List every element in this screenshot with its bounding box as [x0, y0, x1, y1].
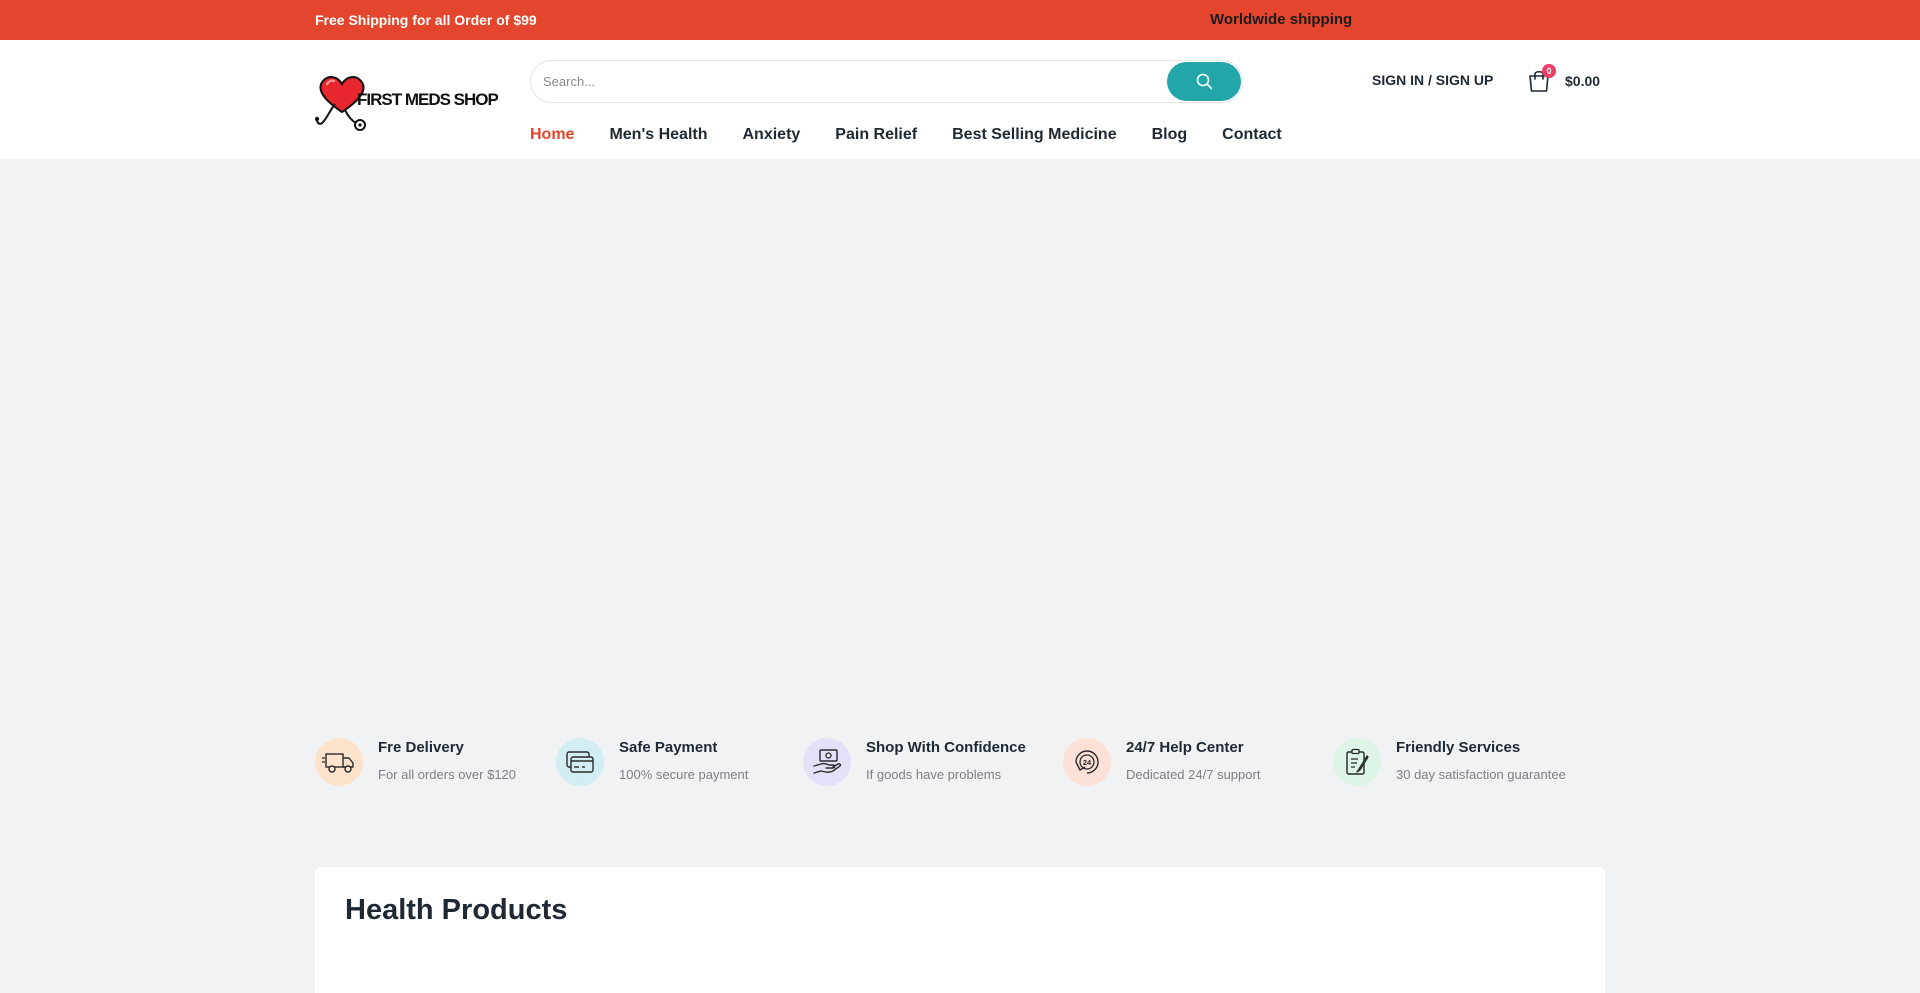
- feature-friendly-services: Friendly Services 30 day satisfaction gu…: [1333, 738, 1593, 790]
- feature-icon-circle: [315, 738, 363, 786]
- feature-title: Fre Delivery: [378, 739, 464, 756]
- nav-item-pain-relief[interactable]: Pain Relief: [835, 122, 917, 148]
- hero-banner-area: [0, 159, 1920, 699]
- feature-description: If goods have problems: [866, 767, 1002, 782]
- worldwide-shipping-text: Worldwide shipping: [1210, 11, 1353, 28]
- feature-free-delivery: Fre Delivery For all orders over $120: [315, 738, 530, 790]
- hand-money-icon: [813, 749, 842, 774]
- feature-description: Dedicated 24/7 support: [1126, 767, 1261, 782]
- nav-item-best-selling-medicine[interactable]: Best Selling Medicine: [952, 122, 1116, 148]
- nav-item-anxiety[interactable]: Anxiety: [743, 122, 801, 148]
- credit-card-icon: [566, 751, 594, 773]
- free-shipping-promo: Free Shipping for all Order of $99: [315, 12, 537, 28]
- site-logo[interactable]: FIRST MEDS SHOP: [315, 72, 499, 132]
- nav-item-contact[interactable]: Contact: [1222, 122, 1282, 148]
- support-24-icon: 24: [1075, 750, 1099, 774]
- search-icon: [1196, 73, 1212, 90]
- feature-icon-circle: 24: [1063, 738, 1111, 786]
- site-header: FIRST MEDS SHOP SIGN IN / SIGN UP 0 $0.0…: [0, 40, 1920, 159]
- main-navigation: Home Men's Health Anxiety Pain Relief Be…: [530, 122, 1282, 148]
- cart-count-badge: 0: [1542, 64, 1556, 78]
- sign-in-link[interactable]: SIGN IN / SIGN UP: [1372, 72, 1493, 88]
- feature-shop-with-confidence: Shop With Confidence If goods have probl…: [803, 738, 1038, 790]
- search-input[interactable]: [543, 61, 1163, 102]
- feature-icon-circle: [556, 738, 604, 786]
- truck-icon: [322, 753, 354, 773]
- cart-total: $0.00: [1565, 73, 1601, 89]
- health-products-section: Health Products: [315, 867, 1605, 993]
- feature-safe-payment: Safe Payment 100% secure payment: [556, 738, 766, 790]
- feature-title: Shop With Confidence: [866, 739, 1026, 756]
- feature-title: 24/7 Help Center: [1126, 739, 1244, 756]
- clipboard-icon: [1346, 748, 1369, 775]
- feature-icon-circle: [1333, 738, 1381, 786]
- section-title: Health Products: [345, 894, 568, 926]
- feature-icon-circle: [803, 738, 851, 786]
- logo-wordmark: FIRST MEDS SHOP: [357, 90, 499, 109]
- nav-item-blog[interactable]: Blog: [1152, 122, 1188, 148]
- top-announcement-bar: Free Shipping for all Order of $99 World…: [0, 0, 1920, 40]
- feature-description: For all orders over $120: [378, 767, 517, 782]
- cart-button[interactable]: 0 $0.00: [1526, 64, 1602, 98]
- nav-item-home[interactable]: Home: [530, 122, 574, 148]
- feature-title: Safe Payment: [619, 739, 718, 756]
- feature-description: 30 day satisfaction guarantee: [1396, 767, 1566, 782]
- nav-item-mens-health[interactable]: Men's Health: [609, 122, 707, 148]
- search-button[interactable]: [1167, 62, 1241, 101]
- feature-title: Friendly Services: [1396, 739, 1521, 756]
- search-bar: [530, 60, 1243, 103]
- feature-help-center: 24 24/7 Help Center Dedicated 24/7 suppo…: [1063, 738, 1293, 790]
- feature-description: 100% secure payment: [619, 767, 749, 782]
- svg-text:24: 24: [1083, 758, 1092, 767]
